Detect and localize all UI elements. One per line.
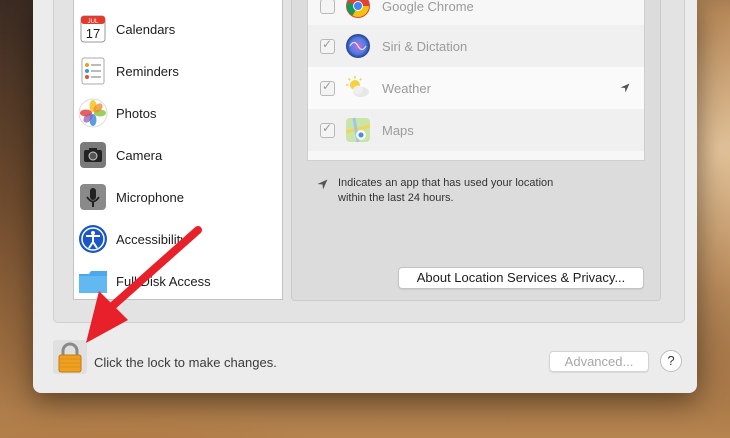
app-checkbox[interactable]	[320, 79, 335, 96]
reminders-icon	[78, 56, 108, 86]
sidebar-item-label: Calendars	[116, 21, 176, 37]
app-row-weather[interactable]: Weather	[308, 67, 644, 109]
help-button[interactable]: ?	[660, 350, 682, 372]
sidebar-item-label: Full Disk Access	[116, 273, 211, 289]
sidebar-item-camera[interactable]: Camera	[78, 134, 278, 176]
location-note-text: Indicates an app that has used your loca…	[338, 177, 554, 204]
sidebar-item-label: Reminders	[116, 63, 179, 79]
sidebar-item-reminders[interactable]: Reminders	[78, 50, 278, 92]
location-note: Indicates an app that has used your loca…	[317, 176, 637, 206]
location-app-list[interactable]: Google Chrome Siri & Dictation	[307, 0, 645, 161]
folder-icon	[78, 266, 108, 296]
photos-icon	[78, 98, 108, 128]
app-checkbox[interactable]	[320, 37, 335, 54]
app-row-partial	[308, 151, 644, 160]
sidebar-item-label: Microphone	[116, 189, 184, 205]
weather-icon	[345, 75, 371, 101]
chrome-icon	[345, 0, 371, 19]
lock-button[interactable]	[53, 340, 87, 374]
app-row-maps[interactable]: Maps	[308, 109, 644, 151]
calendar-icon: JUL 17	[78, 14, 108, 44]
siri-icon	[345, 33, 371, 59]
sidebar-item-accessibility[interactable]: Accessibility	[78, 218, 278, 260]
calendar-month: JUL	[88, 19, 99, 25]
calendar-day: 17	[86, 26, 100, 41]
sidebar-item-label: Accessibility	[116, 231, 187, 247]
app-checkbox[interactable]	[320, 0, 335, 14]
app-row-google-chrome[interactable]: Google Chrome	[308, 0, 644, 27]
accessibility-icon	[78, 224, 108, 254]
app-name: Weather	[382, 80, 431, 96]
preferences-window: JUL 17 Calendars Reminders Photos Camera…	[33, 0, 697, 393]
lock-instruction-text: Click the lock to make changes.	[94, 355, 277, 370]
lock-icon	[58, 342, 82, 373]
privacy-tab-panel: JUL 17 Calendars Reminders Photos Camera…	[53, 0, 685, 323]
app-name: Google Chrome	[382, 0, 474, 14]
sidebar-item-calendars[interactable]: JUL 17 Calendars	[78, 8, 278, 50]
sidebar-item-label: Photos	[116, 105, 157, 121]
microphone-icon	[78, 182, 108, 212]
location-arrow-icon	[620, 83, 630, 93]
app-checkbox[interactable]	[320, 121, 335, 138]
camera-icon	[78, 140, 108, 170]
about-location-services-button[interactable]: About Location Services & Privacy...	[398, 267, 644, 289]
sidebar-item-full-disk-access[interactable]: Full Disk Access	[78, 260, 278, 299]
location-services-pane: Google Chrome Siri & Dictation	[291, 0, 661, 301]
maps-icon	[345, 117, 371, 143]
sidebar-item-microphone[interactable]: Microphone	[78, 176, 278, 218]
app-icon-partial	[343, 159, 369, 160]
sidebar-item-label: Camera	[116, 147, 163, 163]
advanced-button[interactable]: Advanced...	[549, 351, 649, 372]
sidebar-item-photos[interactable]: Photos	[78, 92, 278, 134]
privacy-category-list[interactable]: JUL 17 Calendars Reminders Photos Camera…	[73, 0, 283, 300]
app-name: Maps	[382, 122, 414, 138]
app-row-siri-dictation[interactable]: Siri & Dictation	[308, 25, 644, 67]
location-arrow-icon	[317, 179, 328, 190]
app-name: Siri & Dictation	[382, 38, 468, 54]
